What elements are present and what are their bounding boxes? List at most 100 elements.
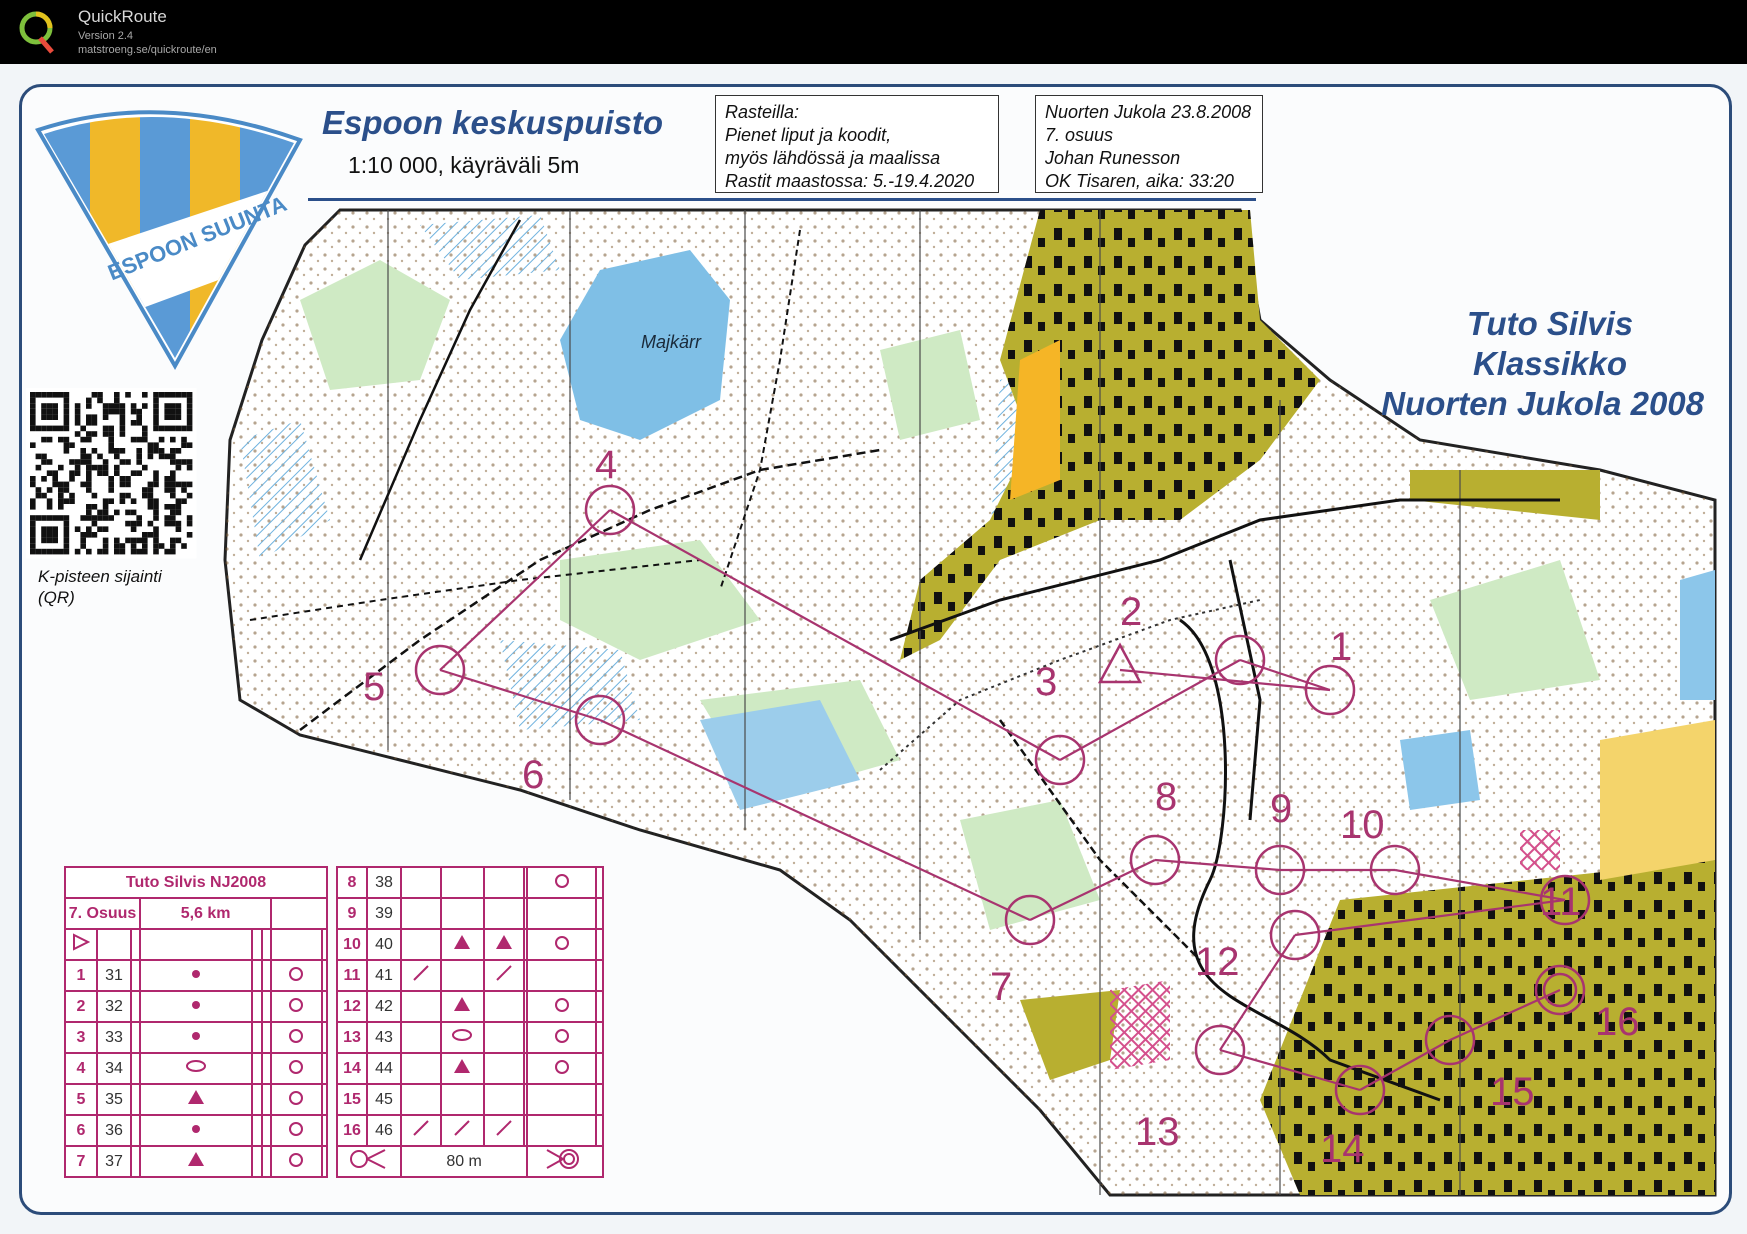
description-symbol-cell (270, 1052, 323, 1085)
event-title-subline: Nuorten Jukola 2008 (1340, 384, 1704, 424)
description-symbol-cell (482, 1083, 525, 1116)
description-symbol-cell (595, 959, 604, 992)
description-symbol-cell (139, 1021, 254, 1054)
description-symbol-cell (129, 990, 142, 1023)
description-symbol-cell (439, 897, 485, 930)
info-line: 7. osuus (1045, 125, 1114, 145)
description-symbol-cell (482, 1114, 525, 1147)
description-row: 7 37 (64, 1145, 329, 1178)
description-symbol-cell (595, 866, 604, 899)
description-symbol-cell (320, 1052, 329, 1085)
description-symbol-cell (439, 1114, 485, 1147)
description-symbol-cell (526, 959, 598, 992)
description-row: 3 33 (64, 1021, 329, 1054)
info-line: Rasteilla: (725, 102, 800, 122)
control-seq: 4 (64, 1052, 98, 1085)
finish-distance: 80 m (399, 1145, 529, 1178)
control-number: 5 (363, 665, 385, 709)
map-title: Espoon keskuspuisto (322, 104, 664, 141)
control-number: 12 (1195, 940, 1240, 984)
description-symbol-cell (320, 990, 329, 1023)
info-line: Nuorten Jukola 23.8.2008 (1045, 102, 1252, 122)
description-symbol-cell (595, 897, 604, 930)
qr-code-icon[interactable] (26, 388, 197, 559)
control-seq: 10 (336, 928, 368, 961)
description-symbol-cell (260, 1083, 273, 1116)
control-seq: 15 (336, 1083, 368, 1116)
control-seq: 9 (336, 897, 368, 930)
description-symbol-cell (595, 1052, 604, 1085)
description-symbol-cell (482, 897, 525, 930)
description-symbol-cell (320, 1021, 329, 1054)
control-code: 44 (366, 1052, 402, 1085)
description-symbol-cell (260, 1021, 273, 1054)
description-symbol-cell (595, 1083, 604, 1116)
description-row: 8 38 (336, 866, 604, 899)
description-symbol-cell (139, 1083, 254, 1116)
control-number: 7 (990, 965, 1012, 1009)
control-number: 14 (1320, 1127, 1365, 1171)
control-number: 10 (1340, 803, 1385, 847)
description-symbol-cell (139, 959, 254, 992)
description-symbol-cell (139, 1052, 254, 1085)
description-symbol-cell (260, 1052, 273, 1085)
qr-caption-line: (QR) (38, 588, 75, 607)
control-seq: 1 (64, 959, 98, 992)
description-row: 4 34 (64, 1052, 329, 1085)
description-symbol-cell (439, 959, 485, 992)
description-symbol-cell (595, 990, 604, 1023)
info-line: Pienet liput ja koodit, (725, 125, 892, 145)
description-symbol-cell (400, 1083, 442, 1116)
control-number: 13 (1135, 1110, 1180, 1154)
control-number: 6 (522, 753, 544, 797)
description-symbol-cell (526, 1021, 598, 1054)
description-symbol-cell (526, 897, 598, 930)
description-symbol-cell (482, 990, 525, 1023)
title-divider (308, 198, 1256, 201)
description-symbol-cell (439, 990, 485, 1023)
description-symbol-cell (129, 1145, 142, 1178)
description-symbol-cell (251, 1114, 263, 1147)
control-number: 4 (595, 443, 617, 487)
description-symbol-cell (270, 990, 323, 1023)
description-symbol-cell (526, 928, 598, 961)
control-seq: 3 (64, 1021, 98, 1054)
description-symbol-cell (595, 1114, 604, 1147)
description-symbol-cell (270, 1114, 323, 1147)
description-symbol-cell (129, 1114, 142, 1147)
description-symbol-cell (400, 959, 442, 992)
description-symbol-cell (270, 1083, 323, 1116)
control-code: 36 (96, 1114, 132, 1147)
description-row: 5 35 (64, 1083, 329, 1116)
event-title-line: Klassikko (1472, 345, 1628, 382)
map-scale: 1:10 000, käyräväli 5m (348, 152, 580, 178)
control-number: 1 (1330, 625, 1352, 669)
control-code: 43 (366, 1021, 402, 1054)
control-seq: 12 (336, 990, 368, 1023)
description-symbol-cell (526, 990, 598, 1023)
info-box-event: Nuorten Jukola 23.8.2008 7. osuus Johan … (1035, 95, 1263, 193)
description-symbol-cell (482, 866, 525, 899)
description-row: 9 39 (336, 897, 604, 930)
description-symbol-cell (129, 1083, 142, 1116)
control-number: 2 (1120, 590, 1142, 634)
info-line: myös lähdössä ja maalissa (725, 148, 941, 168)
event-title: Tuto Silvis Klassikko (1340, 304, 1747, 384)
description-symbol-cell (482, 1021, 525, 1054)
forbidden-area (1110, 980, 1170, 1070)
description-symbol-cell (251, 990, 263, 1023)
description-row: 10 40 (336, 928, 604, 961)
description-symbol-cell (526, 866, 598, 899)
control-number: 3 (1035, 660, 1057, 704)
start-symbol-icon (64, 928, 98, 961)
control-seq: 6 (64, 1114, 98, 1147)
description-title: Tuto Silvis NJ2008 (64, 866, 328, 899)
description-symbol-cell (400, 1114, 442, 1147)
description-row: 15 45 (336, 1083, 604, 1116)
description-symbol-cell (595, 1021, 604, 1054)
description-symbol-cell (320, 1145, 329, 1178)
qr-caption-line: K-pisteen sijainti (38, 567, 162, 586)
control-seq: 5 (64, 1083, 98, 1116)
info-box-controls: Rasteilla: Pienet liput ja koodit, myös … (715, 95, 999, 193)
control-seq: 11 (336, 959, 368, 992)
